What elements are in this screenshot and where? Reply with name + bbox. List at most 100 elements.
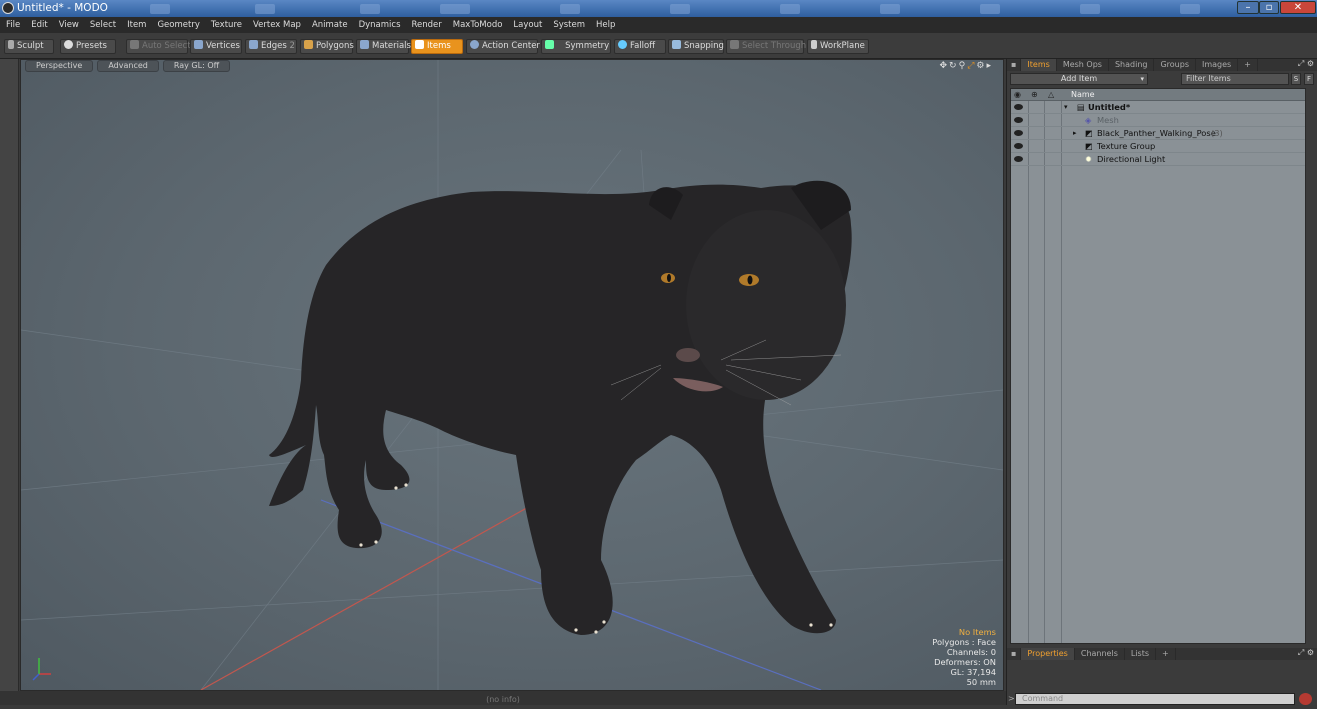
zoom-icon[interactable]: ⚲ (959, 61, 968, 71)
falloff-button[interactable]: Falloff (614, 39, 666, 54)
edges-icon (249, 40, 258, 49)
chevron-right-icon[interactable]: ▸ (986, 61, 993, 71)
falloff-icon (618, 40, 627, 49)
visibility-eye-icon[interactable] (1014, 156, 1023, 162)
add-tab-button[interactable]: + (1156, 648, 1176, 660)
panel-handle-icon[interactable]: ▪ (1007, 648, 1022, 660)
add-item-button[interactable]: Add Item ▾ (1010, 73, 1148, 85)
menu-select[interactable]: Select (84, 20, 121, 30)
auto-select-button[interactable]: Auto Select (126, 39, 191, 54)
items-button[interactable]: Items (411, 39, 463, 54)
tab-mesh-ops[interactable]: Mesh Ops (1057, 59, 1109, 71)
presets-button[interactable]: Presets (60, 39, 116, 54)
taskbar-thumbnail (980, 4, 1000, 14)
expand-arrow-icon[interactable]: ▾ (1064, 101, 1068, 114)
record-icon[interactable] (1299, 693, 1312, 705)
menu-animate[interactable]: Animate (306, 20, 353, 30)
menu-view[interactable]: View (53, 20, 84, 30)
sculpt-button[interactable]: Sculpt (4, 39, 54, 54)
vertices-icon (194, 40, 203, 49)
panel-tabs: ▪ Items Mesh Ops Shading Groups Images +… (1007, 59, 1317, 71)
3d-viewport[interactable]: Perspective Advanced Ray GL: Off ✥↻⚲⤢⚙▸ … (20, 59, 1004, 691)
menu-dynamics[interactable]: Dynamics (353, 20, 406, 30)
viewport-nav-icons[interactable]: ✥↻⚲⤢⚙▸ (940, 61, 994, 71)
menu-help[interactable]: Help (590, 20, 620, 30)
menu-layout[interactable]: Layout (507, 20, 547, 30)
taskbar-thumbnail (150, 4, 170, 14)
tab-lists[interactable]: Lists (1125, 648, 1157, 660)
menu-system[interactable]: System (547, 20, 590, 30)
expand-arrow-icon[interactable]: ▸ (1073, 127, 1077, 140)
action-center-button[interactable]: Action Center (466, 39, 540, 54)
edges-button[interactable]: Edges 2 (245, 39, 297, 54)
tab-channels[interactable]: Channels (1075, 648, 1125, 660)
tab-properties[interactable]: Properties (1021, 648, 1075, 660)
maximize-button[interactable]: ▫ (1259, 1, 1279, 14)
list-item[interactable]: ▾ ▤ Untitled* (1011, 101, 1305, 114)
taskbar-thumbnail (1180, 4, 1200, 14)
polygons-button[interactable]: Polygons (300, 39, 354, 54)
advanced-tab[interactable]: Advanced (97, 60, 159, 72)
taskbar-thumbnail (880, 4, 900, 14)
column-divider (1061, 89, 1062, 643)
visibility-eye-icon[interactable] (1014, 130, 1023, 136)
s-button[interactable]: S (1291, 73, 1301, 85)
taskbar-thumbnail (255, 4, 275, 14)
item-list: ◉ ⊕ △ Name ▾ ▤ Untitled* ◈ Mesh ▸ ◩ Blac… (1010, 88, 1306, 644)
stat-selection: No Items (958, 627, 996, 637)
panel-options-icon[interactable]: ⤢ ⚙ (1298, 59, 1317, 71)
column-divider (1044, 89, 1045, 643)
list-item[interactable]: ▸ ◩ Black_Panther_Walking_Pose (3) (1011, 127, 1305, 140)
symmetry-button[interactable]: Symmetry (541, 39, 611, 54)
tab-images[interactable]: Images (1196, 59, 1239, 71)
stat-channels: Channels: 0 (946, 647, 996, 657)
vertices-button[interactable]: Vertices (190, 39, 242, 54)
visibility-eye-icon[interactable] (1014, 143, 1023, 149)
tab-shading[interactable]: Shading (1109, 59, 1155, 71)
presets-icon (64, 40, 73, 49)
visibility-eye-icon[interactable] (1014, 117, 1023, 123)
command-input[interactable]: Command (1015, 693, 1295, 705)
add-tab-button[interactable]: + (1238, 59, 1258, 71)
stat-polygons: Polygons : Face (932, 637, 996, 647)
visibility-eye-icon[interactable] (1014, 104, 1023, 110)
menu-vertex-map[interactable]: Vertex Map (247, 20, 306, 30)
panel-options-icon[interactable]: ⤢ ⚙ (1298, 648, 1317, 660)
menu-item[interactable]: Item (121, 20, 151, 30)
minimize-button[interactable]: – (1237, 1, 1259, 14)
close-button[interactable]: ✕ (1280, 1, 1316, 14)
left-toolbox-strip[interactable] (0, 59, 19, 691)
type-column-icon: △ (1048, 90, 1055, 99)
stat-gl: GL: 37,194 (950, 667, 996, 677)
list-item[interactable]: ◩ Texture Group (1011, 140, 1305, 153)
list-item[interactable]: ◈ Mesh (1011, 114, 1305, 127)
gear-icon[interactable]: ⚙ (976, 61, 986, 71)
raygl-tab[interactable]: Ray GL: Off (162, 60, 231, 72)
menu-file[interactable]: File (0, 20, 25, 30)
snapping-button[interactable]: Snapping (668, 39, 724, 54)
panel-handle-icon[interactable]: ▪ (1007, 59, 1022, 71)
tab-items[interactable]: Items (1021, 59, 1057, 71)
menu-render[interactable]: Render (406, 20, 447, 30)
list-item[interactable]: ✹ Directional Light (1011, 153, 1305, 166)
name-column-header[interactable]: Name (1071, 89, 1095, 101)
menu-maxtomodo[interactable]: MaxToModo (447, 20, 508, 30)
filter-items-input[interactable]: Filter Items (1181, 73, 1289, 85)
maximize-icon[interactable]: ⤢ (967, 61, 976, 71)
perspective-tab[interactable]: Perspective (25, 60, 94, 72)
menu-texture[interactable]: Texture (205, 20, 247, 30)
texture-group-icon: ◩ (1085, 141, 1093, 151)
workplane-button[interactable]: WorkPlane (807, 39, 869, 54)
materials-button[interactable]: Materials (356, 39, 411, 54)
tab-groups[interactable]: Groups (1154, 59, 1196, 71)
menu-geometry[interactable]: Geometry (151, 20, 204, 30)
f-button[interactable]: F (1304, 73, 1314, 85)
select-through-button[interactable]: Select Through (726, 39, 806, 54)
pan-icon[interactable]: ✥ (940, 61, 950, 71)
lock-column-icon: ⊕ (1031, 90, 1038, 99)
axis-gizmo-icon (32, 658, 51, 681)
rotate-icon[interactable]: ↻ (949, 61, 959, 71)
group-icon: ◩ (1085, 128, 1093, 138)
materials-icon (360, 40, 369, 49)
menu-edit[interactable]: Edit (25, 20, 52, 30)
